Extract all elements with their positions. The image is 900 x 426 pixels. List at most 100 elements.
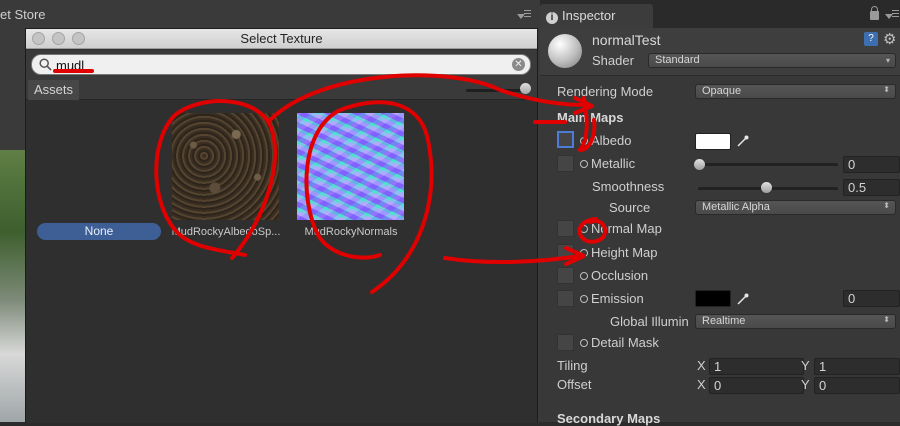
secondary-maps-header: Secondary Maps bbox=[557, 411, 661, 426]
global-illumination-dropdown[interactable]: Realtime ⬍ bbox=[695, 314, 896, 329]
height-map-label-row: Height Map bbox=[580, 245, 657, 260]
tiling-x-label: X bbox=[697, 358, 706, 373]
thumbnail-size-slider-knob[interactable] bbox=[520, 83, 531, 94]
metallic-value-field[interactable]: 0 bbox=[843, 156, 900, 173]
height-map-texture-slot[interactable] bbox=[557, 244, 574, 261]
window-title: Select Texture bbox=[240, 31, 323, 46]
occlusion-label: Occlusion bbox=[591, 268, 649, 283]
info-icon: i bbox=[546, 12, 558, 24]
normal-map-picker-icon[interactable] bbox=[580, 225, 588, 233]
inspector-menu-icon[interactable] bbox=[885, 10, 899, 20]
normal-map-label-row: Normal Map bbox=[580, 221, 662, 236]
offset-x-field[interactable]: 0 bbox=[709, 377, 804, 394]
normal-map-label: Normal Map bbox=[591, 221, 662, 236]
texture-label-normals[interactable]: MudRockyNormals bbox=[290, 226, 412, 238]
eyedropper-icon[interactable] bbox=[737, 293, 749, 305]
emission-value-field[interactable]: 0 bbox=[843, 290, 900, 307]
texture-thumbnail-albedo[interactable] bbox=[172, 113, 279, 220]
tab-menu-icon[interactable] bbox=[517, 10, 531, 20]
source-dropdown-value: Metallic Alpha bbox=[702, 201, 770, 213]
smoothness-label: Smoothness bbox=[592, 179, 665, 194]
normal-map-texture-slot[interactable] bbox=[557, 220, 574, 237]
texture-thumbnail-normals[interactable] bbox=[297, 113, 404, 220]
metallic-label: Metallic bbox=[591, 156, 636, 171]
gear-icon[interactable]: ⚙ bbox=[883, 30, 896, 48]
scene-view-strip bbox=[0, 150, 28, 422]
search-row: ✕ bbox=[26, 50, 537, 80]
detail-mask-label: Detail Mask bbox=[591, 335, 659, 350]
emission-picker-icon[interactable] bbox=[580, 295, 588, 303]
offset-x-label: X bbox=[697, 377, 706, 392]
inspector-tab-bar: i Inspector bbox=[540, 0, 900, 28]
asset-store-tab[interactable]: et Store bbox=[0, 4, 46, 26]
select-texture-window: Select Texture ✕ Assets None MudRockyAlb… bbox=[25, 28, 538, 423]
offset-y-label: Y bbox=[801, 377, 810, 392]
tiling-x-field[interactable]: 1 bbox=[709, 358, 804, 375]
shader-dropdown[interactable]: Standard ▾ bbox=[648, 53, 896, 68]
rendering-mode-value: Opaque bbox=[702, 85, 742, 97]
occlusion-texture-slot[interactable] bbox=[557, 267, 574, 284]
occlusion-picker-icon[interactable] bbox=[580, 272, 588, 280]
search-box[interactable]: ✕ bbox=[31, 54, 531, 75]
shader-dropdown-value: Standard bbox=[655, 54, 700, 66]
offset-y-field[interactable]: 0 bbox=[814, 377, 900, 394]
shader-label: Shader bbox=[592, 53, 634, 68]
smoothness-value-field[interactable]: 0.5 bbox=[843, 179, 900, 196]
emission-color-swatch[interactable] bbox=[695, 290, 731, 307]
offset-label: Offset bbox=[557, 377, 592, 392]
lock-icon[interactable] bbox=[870, 6, 879, 20]
search-icon bbox=[39, 58, 52, 71]
detail-mask-picker-icon[interactable] bbox=[580, 339, 588, 347]
tiling-label: Tiling bbox=[557, 358, 588, 373]
metallic-slider-knob[interactable] bbox=[694, 159, 705, 170]
clear-search-icon[interactable]: ✕ bbox=[512, 58, 525, 71]
source-label: Source bbox=[609, 200, 651, 215]
material-preview-sphere bbox=[548, 34, 582, 68]
albedo-label-row: Albedo bbox=[580, 133, 631, 148]
rendering-mode-dropdown[interactable]: Opaque ⬍ bbox=[695, 84, 896, 99]
albedo-label: Albedo bbox=[591, 133, 632, 148]
main-maps-header: Main Maps bbox=[557, 110, 624, 125]
metallic-slider[interactable] bbox=[698, 163, 838, 166]
emission-texture-slot[interactable] bbox=[557, 290, 574, 307]
thumbnail-size-slider[interactable] bbox=[466, 89, 526, 92]
search-input[interactable] bbox=[56, 56, 496, 74]
dropdown-arrow-icon: ⬍ bbox=[883, 315, 890, 324]
metallic-label-row: Metallic bbox=[580, 156, 635, 171]
height-map-label: Height Map bbox=[591, 245, 658, 260]
assets-tab-row: Assets bbox=[26, 80, 537, 100]
emission-label-row: Emission bbox=[580, 291, 644, 306]
detail-mask-texture-slot[interactable] bbox=[557, 334, 574, 351]
albedo-color-swatch[interactable] bbox=[695, 133, 731, 150]
global-illumination-label: Global Illumin bbox=[610, 314, 689, 329]
metallic-picker-icon[interactable] bbox=[580, 160, 588, 168]
detail-mask-label-row: Detail Mask bbox=[580, 335, 659, 350]
tiling-y-field[interactable]: 1 bbox=[814, 358, 900, 375]
emission-label: Emission bbox=[591, 291, 644, 306]
dropdown-arrow-icon: ⬍ bbox=[883, 201, 890, 210]
dropdown-arrow-icon: ⬍ bbox=[883, 85, 890, 94]
assets-tab[interactable]: Assets bbox=[28, 80, 80, 100]
occlusion-label-row: Occlusion bbox=[580, 268, 648, 283]
global-illumination-value: Realtime bbox=[702, 315, 746, 327]
albedo-picker-icon[interactable] bbox=[580, 137, 588, 145]
inspector-panel: i Inspector normalTest Shader Standard ▾ … bbox=[540, 0, 900, 426]
texture-grid: None MudRockyAlbedoSp... MudRockyNormals bbox=[26, 101, 537, 423]
none-option-button[interactable]: None bbox=[37, 223, 161, 240]
material-name: normalTest bbox=[592, 32, 661, 48]
metallic-texture-slot[interactable] bbox=[557, 155, 574, 172]
smoothness-slider-knob[interactable] bbox=[761, 182, 772, 193]
inspector-tab-label: Inspector bbox=[562, 8, 616, 23]
tiling-y-label: Y bbox=[801, 358, 810, 373]
eyedropper-icon[interactable] bbox=[737, 135, 749, 147]
title-bar[interactable]: Select Texture bbox=[26, 29, 537, 49]
rendering-mode-label: Rendering Mode bbox=[557, 84, 654, 99]
help-icon[interactable]: ? bbox=[864, 32, 878, 46]
source-dropdown[interactable]: Metallic Alpha ⬍ bbox=[695, 200, 896, 215]
height-map-picker-icon[interactable] bbox=[580, 249, 588, 257]
material-header: normalTest Shader Standard ▾ ? ⚙ bbox=[540, 28, 900, 76]
texture-label-albedo[interactable]: MudRockyAlbedoSp... bbox=[165, 226, 287, 238]
dropdown-arrow-icon: ▾ bbox=[885, 56, 890, 65]
albedo-texture-slot[interactable] bbox=[557, 131, 574, 148]
inspector-tab[interactable]: i Inspector bbox=[540, 4, 653, 28]
